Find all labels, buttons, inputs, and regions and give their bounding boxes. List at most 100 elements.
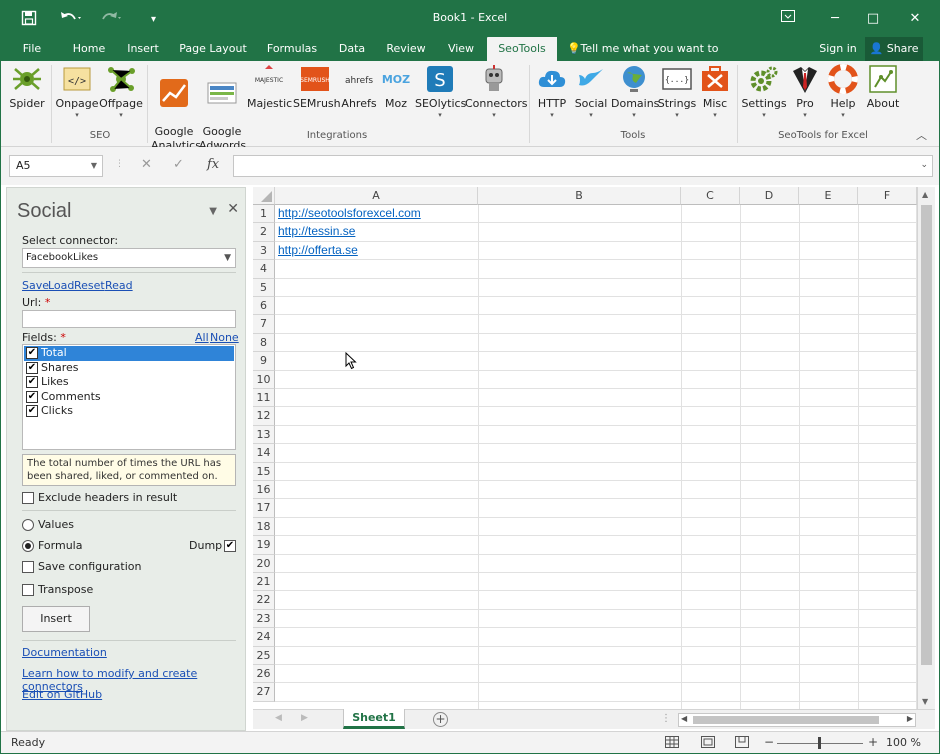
maximize-button[interactable]: □ bbox=[859, 7, 887, 31]
add-sheet-icon[interactable]: + bbox=[433, 712, 448, 727]
connectors-button[interactable]: Connectors ▾ bbox=[465, 63, 527, 119]
row-header[interactable]: 10 bbox=[253, 370, 275, 389]
minimize-button[interactable]: ─ bbox=[821, 7, 849, 31]
row-header[interactable]: 20 bbox=[253, 554, 275, 573]
tab-review[interactable]: Review bbox=[383, 37, 429, 61]
scroll-thumb[interactable] bbox=[693, 716, 879, 724]
help-button[interactable]: Help ▾ bbox=[823, 63, 863, 119]
column-header-e[interactable]: E bbox=[799, 187, 858, 205]
read-link[interactable]: Read bbox=[105, 279, 133, 292]
scroll-thumb[interactable] bbox=[921, 205, 932, 665]
row-header[interactable]: 24 bbox=[253, 628, 275, 647]
tab-home[interactable]: Home bbox=[67, 37, 111, 61]
normal-view-icon[interactable] bbox=[665, 736, 679, 751]
row-header[interactable]: 12 bbox=[253, 407, 275, 426]
scroll-right-icon[interactable]: ▶ bbox=[907, 714, 913, 723]
insert-button[interactable]: Insert bbox=[22, 606, 90, 632]
scroll-left-icon[interactable]: ◀ bbox=[681, 714, 687, 723]
checkbox-checked[interactable]: ✔ bbox=[26, 376, 38, 389]
field-item-shares[interactable]: ✔ Shares bbox=[24, 361, 234, 376]
tab-insert[interactable]: Insert bbox=[121, 37, 165, 61]
page-break-view-icon[interactable] bbox=[735, 736, 749, 751]
strings-button[interactable]: {...} Strings ▾ bbox=[657, 63, 697, 119]
row-header[interactable]: 18 bbox=[253, 517, 275, 537]
enter-icon[interactable]: ✓ bbox=[173, 157, 184, 172]
connector-select[interactable]: FacebookLikes ▼ bbox=[22, 248, 236, 268]
column-header-d[interactable]: D bbox=[740, 187, 799, 205]
share-button[interactable]: 👤 Share bbox=[865, 37, 923, 61]
row-header[interactable]: 7 bbox=[253, 315, 275, 334]
zoom-level[interactable]: 100 % bbox=[886, 736, 921, 749]
formula-input[interactable]: ⌄ bbox=[233, 155, 933, 177]
worksheet-grid[interactable]: A B C D E F 1 2 3 4 5 6 7 8 9 10 11 12 13 14 15 16 17 18 1… bbox=[253, 187, 917, 709]
zoom-in-icon[interactable]: + bbox=[868, 735, 878, 749]
tab-formulas[interactable]: Formulas bbox=[263, 37, 321, 61]
field-item-likes[interactable]: ✔ Likes bbox=[24, 375, 234, 390]
spider-button[interactable]: Spider bbox=[7, 63, 47, 111]
about-button[interactable]: About bbox=[863, 63, 903, 111]
semrush-button[interactable]: SEMRUSH SEMrush bbox=[293, 63, 341, 111]
select-all-corner[interactable] bbox=[253, 187, 275, 205]
edit-on-github-link[interactable]: Edit on GitHub bbox=[22, 688, 102, 701]
checkbox-checked[interactable]: ✔ bbox=[26, 390, 38, 403]
expand-formula-bar-icon[interactable]: ⌄ bbox=[920, 160, 928, 170]
load-link[interactable]: Load bbox=[48, 279, 74, 292]
column-header-a[interactable]: A bbox=[275, 187, 478, 205]
tell-me-search[interactable]: 💡 Tell me what you want to do bbox=[567, 37, 733, 78]
row-header[interactable]: 11 bbox=[253, 389, 275, 408]
cancel-icon[interactable]: ✕ bbox=[141, 157, 152, 172]
social-button[interactable]: Social ▾ bbox=[571, 63, 611, 119]
row-header[interactable]: 27 bbox=[253, 683, 275, 702]
tab-view[interactable]: View bbox=[443, 37, 479, 61]
pane-options-icon[interactable]: ▼ bbox=[209, 206, 217, 217]
http-button[interactable]: HTTP ▾ bbox=[533, 63, 571, 119]
cell-a3[interactable]: http://offerta.se bbox=[278, 243, 358, 257]
majestic-button[interactable]: MAJESTIC Majestic bbox=[247, 63, 292, 111]
field-item-clicks[interactable]: ✔ Clicks bbox=[24, 404, 234, 419]
row-header[interactable]: 26 bbox=[253, 665, 275, 684]
row-header[interactable]: 13 bbox=[253, 425, 275, 445]
url-input[interactable] bbox=[22, 310, 236, 328]
sheet-tab-sheet1[interactable]: Sheet1 bbox=[343, 709, 405, 729]
seolytics-button[interactable]: S SEOlytics ▾ bbox=[415, 63, 466, 119]
row-header[interactable]: 16 bbox=[253, 481, 275, 500]
scroll-down-icon[interactable]: ▼ bbox=[922, 697, 928, 706]
tab-file[interactable]: File bbox=[13, 37, 51, 61]
pro-button[interactable]: Pro ▾ bbox=[787, 63, 823, 119]
offpage-button[interactable]: Offpage ▾ bbox=[99, 63, 143, 119]
horizontal-scrollbar[interactable]: ◀ ▶ bbox=[678, 713, 916, 727]
row-header[interactable]: 6 bbox=[253, 297, 275, 316]
scroll-sheets-left-icon[interactable]: ◀ bbox=[275, 713, 282, 723]
close-pane-icon[interactable]: ✕ bbox=[227, 201, 239, 217]
row-header[interactable]: 3 bbox=[253, 241, 275, 261]
save-link[interactable]: Save bbox=[22, 279, 49, 292]
ribbon-display-icon[interactable] bbox=[774, 7, 802, 31]
checkbox-checked[interactable]: ✔ bbox=[26, 405, 38, 418]
settings-button[interactable]: Settings ▾ bbox=[741, 63, 787, 119]
domains-button[interactable]: Domains ▾ bbox=[611, 63, 659, 119]
row-header[interactable]: 4 bbox=[253, 260, 275, 279]
name-box[interactable]: A5 ▼ bbox=[9, 155, 103, 177]
cell-a1[interactable]: http://seotoolsforexcel.com bbox=[278, 206, 421, 220]
exclude-headers-checkbox[interactable] bbox=[22, 492, 34, 504]
onpage-button[interactable]: </> Onpage ▾ bbox=[55, 63, 99, 119]
field-item-total[interactable]: ✔ Total bbox=[24, 346, 234, 361]
values-radio[interactable] bbox=[22, 519, 34, 531]
row-header[interactable]: 15 bbox=[253, 462, 275, 481]
row-header[interactable]: 19 bbox=[253, 536, 275, 555]
scroll-sheets-right-icon[interactable]: ▶ bbox=[301, 713, 308, 723]
moz-button[interactable]: MOZ Moz bbox=[379, 63, 413, 111]
documentation-link[interactable]: Documentation bbox=[22, 646, 107, 659]
column-header-b[interactable]: B bbox=[478, 187, 681, 205]
row-header[interactable]: 22 bbox=[253, 591, 275, 610]
dump-checkbox[interactable]: ✔ bbox=[224, 540, 236, 552]
misc-button[interactable]: Misc ▾ bbox=[697, 63, 733, 119]
transpose-checkbox[interactable] bbox=[22, 584, 34, 596]
row-header[interactable]: 23 bbox=[253, 609, 275, 629]
sign-in-link[interactable]: Sign in bbox=[813, 37, 863, 61]
reset-link[interactable]: Reset bbox=[74, 279, 105, 292]
drag-handle-icon[interactable]: ⋮ bbox=[661, 713, 671, 724]
vertical-scrollbar[interactable]: ▲ ▼ bbox=[917, 187, 935, 709]
collapse-ribbon-icon[interactable]: ︿ bbox=[916, 127, 927, 143]
tab-page-layout[interactable]: Page Layout bbox=[177, 37, 249, 61]
